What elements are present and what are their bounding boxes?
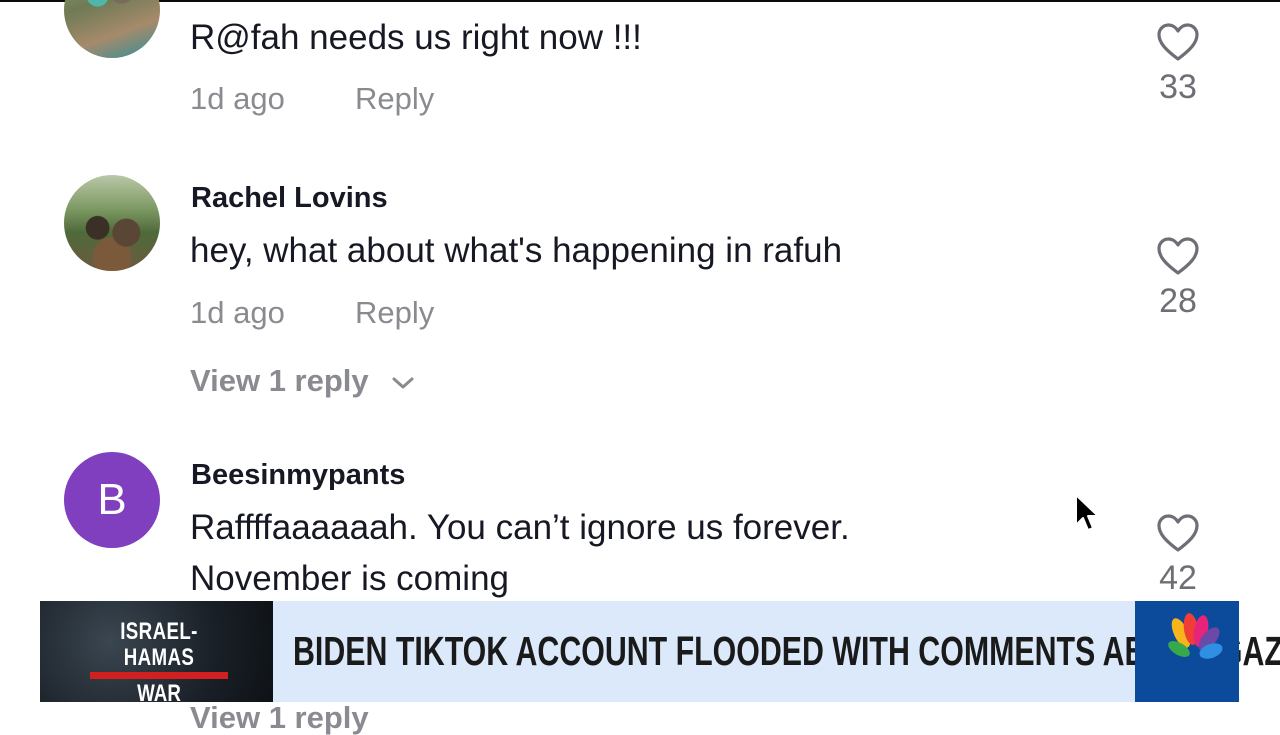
like-button[interactable]: 42 [1152, 513, 1204, 598]
tag-line-2: WAR [137, 680, 181, 703]
lower-third-headline: BIDEN TIKTOK ACCOUNT FLOODED WITH COMMEN… [293, 628, 1280, 674]
view-replies-label: View 1 reply [190, 363, 369, 398]
comment-time: 1d ago [190, 81, 285, 116]
heart-icon [1157, 514, 1199, 552]
heart-icon [1157, 23, 1199, 61]
comment-text-line-1: Raffffaaaaaah. You can’t ignore us forev… [190, 508, 850, 547]
view-replies-button[interactable]: View 1 reply [190, 702, 369, 733]
like-button[interactable]: 28 [1152, 236, 1204, 321]
lower-third-tag: ISRAEL-HAMAS WAR [84, 619, 234, 702]
mouse-cursor-icon [1075, 494, 1099, 531]
view-replies-button[interactable]: View 1 reply [190, 363, 415, 399]
top-edge [0, 0, 1280, 2]
avatar-letter: B [97, 475, 127, 524]
lower-third-headline-panel: BIDEN TIKTOK ACCOUNT FLOODED WITH COMMEN… [273, 601, 1280, 702]
avatar[interactable]: B [64, 452, 160, 548]
tag-line-1: ISRAEL-HAMAS [120, 618, 198, 671]
comment-text: R@fah needs us right now !!! [190, 18, 642, 57]
comment-username[interactable]: Rachel Lovins [191, 182, 388, 215]
comment-meta: 1d ago Reply [190, 295, 434, 331]
chevron-down-icon [392, 377, 414, 389]
comment-text-line-2: November is coming [190, 559, 509, 598]
like-count: 42 [1159, 559, 1197, 597]
network-logo [1135, 601, 1239, 702]
comment-time: 1d ago [190, 295, 285, 330]
like-count: 28 [1159, 282, 1197, 320]
comment-text: hey, what about what's happening in rafu… [190, 231, 843, 270]
heart-icon [1157, 237, 1199, 275]
avatar[interactable] [64, 0, 160, 58]
view-replies-label: View 1 reply [190, 700, 369, 735]
comment-username[interactable]: Beesinmypants [191, 459, 405, 492]
reply-button[interactable]: Reply [355, 295, 434, 331]
tag-red-bar [90, 672, 228, 679]
like-count: 33 [1159, 68, 1197, 106]
lower-third-tag-panel: ISRAEL-HAMAS WAR [40, 601, 273, 702]
peacock-logo-icon [1168, 613, 1223, 659]
comment-meta: 1d ago Reply [190, 81, 434, 117]
avatar[interactable] [64, 175, 160, 271]
like-button[interactable]: 33 [1152, 22, 1204, 107]
news-lower-third: ISRAEL-HAMAS WAR BIDEN TIKTOK ACCOUNT FL… [40, 601, 1280, 702]
reply-button[interactable]: Reply [355, 81, 434, 117]
